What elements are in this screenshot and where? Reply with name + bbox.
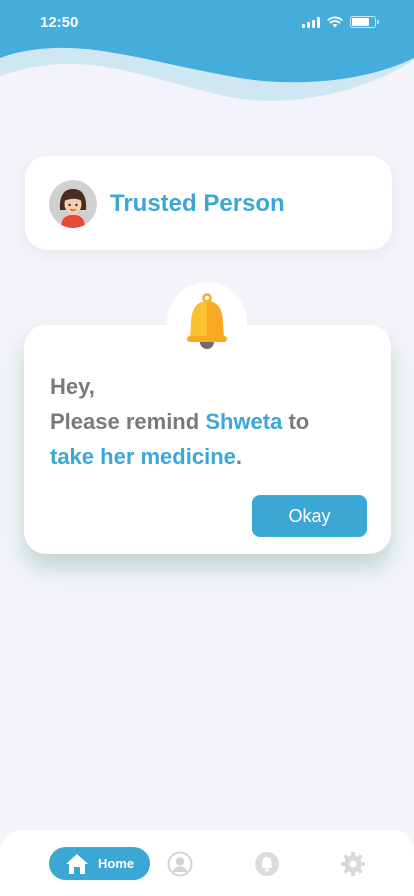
greeting-text: Hey, — [50, 374, 95, 399]
wifi-icon — [327, 16, 343, 28]
trusted-person-title: Trusted Person — [110, 190, 285, 217]
reminder-prefix: Please remind — [50, 409, 206, 434]
avatar — [49, 180, 97, 228]
nav-home-label: Home — [98, 856, 135, 871]
notifications-icon[interactable] — [254, 851, 280, 877]
reminder-middle: to — [282, 409, 310, 434]
gear-icon[interactable] — [340, 851, 366, 877]
task-suffix: . — [235, 444, 242, 469]
bottom-nav: Home — [0, 830, 414, 896]
status-icons — [302, 16, 379, 28]
home-icon — [66, 853, 88, 874]
battery-icon — [350, 16, 379, 28]
signal-icon — [302, 16, 320, 28]
reminder-message: Hey, Please remind Shweta to take her me… — [50, 369, 370, 474]
reminder-line: Please remind Shweta to — [50, 404, 370, 439]
bell-badge — [167, 282, 247, 362]
person-name: Shweta — [205, 409, 283, 434]
status-time: 12:50 — [40, 14, 79, 31]
trusted-person-card[interactable]: Trusted Person — [25, 156, 392, 250]
bell-icon — [187, 293, 227, 349]
okay-button[interactable]: Okay — [252, 495, 367, 537]
nav-home-button[interactable]: Home — [49, 847, 150, 880]
task-text: take her medicine — [50, 444, 236, 469]
profile-icon[interactable] — [167, 851, 193, 877]
task-line: take her medicine. — [50, 439, 370, 474]
status-bar: 12:50 — [0, 0, 414, 50]
